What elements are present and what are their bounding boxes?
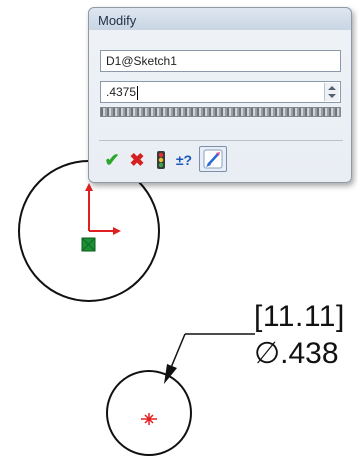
dimension-diameter-text[interactable]: ∅.438 — [254, 336, 339, 371]
dimension-dual-text[interactable]: [11.11] — [254, 300, 345, 334]
dimension-value-text: .4375 — [106, 85, 137, 99]
leader-line — [169, 333, 186, 371]
spin-up-icon[interactable] — [328, 86, 336, 90]
origin-y-arrow — [85, 183, 93, 191]
dialog-title: Modify — [98, 13, 137, 28]
spin-down-icon[interactable] — [328, 94, 336, 98]
mark-dimension-icon — [203, 149, 223, 169]
modify-dialog: Modify D1@Sketch1 .4375 ✔ ✖ ±? — [88, 7, 352, 183]
reverse-sense-button[interactable]: ±? — [173, 149, 195, 171]
dialog-separator — [99, 140, 343, 141]
traffic-light-icon — [157, 151, 165, 169]
cancel-button[interactable]: ✖ — [126, 149, 148, 171]
mark-dimension-button[interactable] — [199, 146, 227, 172]
text-caret — [137, 85, 139, 100]
value-thumbwheel[interactable] — [100, 107, 341, 117]
value-spinner[interactable] — [324, 83, 339, 101]
rebuild-button[interactable] — [150, 149, 172, 171]
origin-x-arrow — [113, 227, 121, 235]
ok-button[interactable]: ✔ — [101, 149, 123, 171]
dimension-value-input[interactable]: .4375 — [100, 81, 341, 103]
dimension-name-field[interactable]: D1@Sketch1 — [100, 50, 341, 72]
